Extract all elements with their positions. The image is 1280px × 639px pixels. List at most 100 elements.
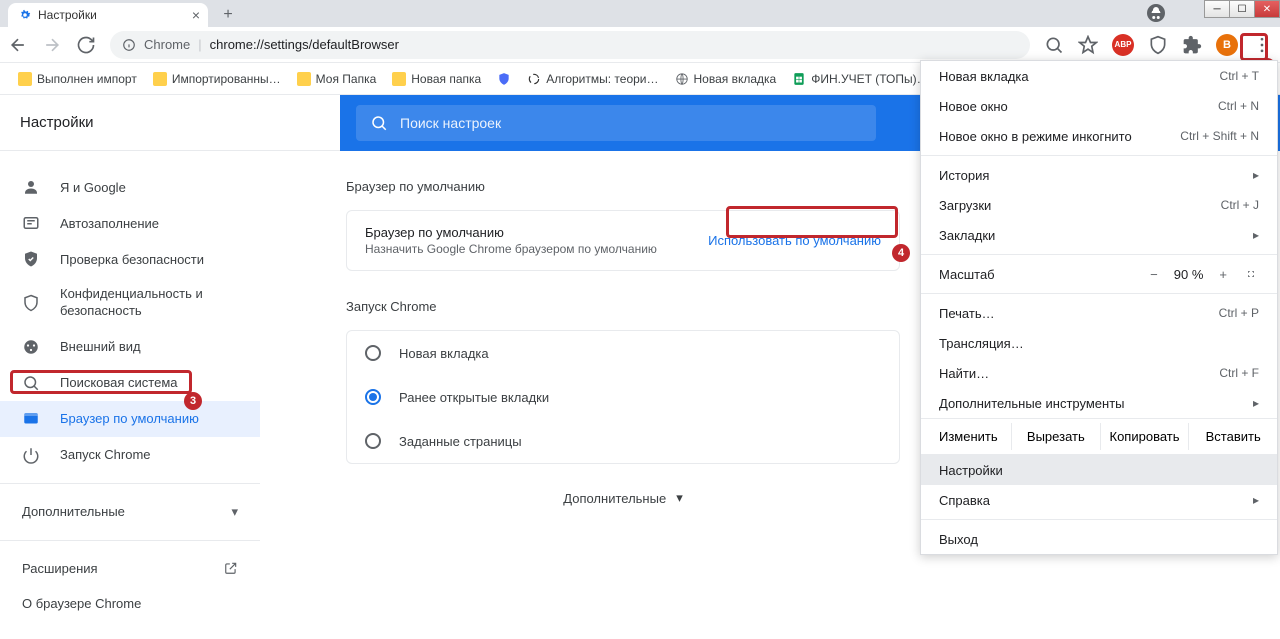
- settings-search-input[interactable]: Поиск настроек: [356, 105, 876, 141]
- close-window-button[interactable]: ✕: [1254, 0, 1280, 18]
- menu-cast[interactable]: Трансляция…: [921, 328, 1277, 358]
- radio-icon: [365, 433, 381, 449]
- new-tab-button[interactable]: +: [216, 3, 240, 27]
- external-link-icon: [224, 561, 238, 575]
- bookmark-item[interactable]: Новая вкладка: [669, 68, 783, 90]
- tab-title: Настройки: [38, 8, 97, 22]
- bookmark-item[interactable]: Выполнен импорт: [12, 68, 143, 90]
- globe-icon: [675, 72, 689, 86]
- tab-settings[interactable]: Настройки ×: [8, 3, 208, 27]
- section-startup: Запуск Chrome: [346, 299, 900, 314]
- window-controls: ─ ☐ ✕: [1205, 0, 1280, 18]
- chevron-right-icon: ▸: [1253, 168, 1259, 182]
- radio-specific-pages[interactable]: Заданные страницы: [347, 419, 899, 463]
- appearance-icon: [22, 338, 40, 356]
- annotation-badge-3: 3: [184, 392, 202, 410]
- reload-icon[interactable]: [76, 35, 96, 55]
- back-icon[interactable]: [8, 35, 28, 55]
- annotation-3-box: [10, 370, 192, 394]
- menu-edit-row: Изменить Вырезать Копировать Вставить: [921, 418, 1277, 455]
- fullscreen-icon[interactable]: [1243, 266, 1259, 282]
- gear-icon: [18, 8, 32, 22]
- zoom-value: 90 %: [1174, 267, 1204, 282]
- bookmark-item[interactable]: Импортированны…: [147, 68, 287, 90]
- search-icon: [370, 114, 388, 132]
- menu-new-window[interactable]: Новое окноCtrl + N: [921, 91, 1277, 121]
- menu-settings[interactable]: Настройки: [921, 455, 1277, 485]
- incognito-indicator-icon: [1147, 4, 1165, 22]
- sidebar-item-privacy[interactable]: Конфиденциальность и безопасность: [0, 277, 260, 329]
- annotation-1-box: [1240, 33, 1268, 61]
- address-bar[interactable]: Chrome | chrome://settings/defaultBrowse…: [110, 31, 1030, 59]
- info-icon: [122, 38, 136, 52]
- bookmark-item[interactable]: [491, 68, 517, 90]
- folder-icon: [297, 72, 311, 86]
- more-settings-link[interactable]: Дополнительные▾: [346, 490, 900, 506]
- address-url: chrome://settings/defaultBrowser: [210, 37, 399, 52]
- radio-continue[interactable]: Ранее открытые вкладки: [347, 375, 899, 419]
- menu-help[interactable]: Справка▸: [921, 485, 1277, 515]
- extensions-puzzle-icon[interactable]: [1182, 35, 1202, 55]
- sidebar-about[interactable]: О браузере Chrome: [0, 586, 260, 621]
- menu-zoom: Масштаб − 90 % +: [921, 259, 1277, 289]
- menu-exit[interactable]: Выход: [921, 524, 1277, 554]
- sidebar-item-default-browser[interactable]: Браузер по умолчанию: [0, 401, 260, 437]
- sheets-icon: [792, 72, 806, 86]
- sidebar-item-autofill[interactable]: Автозаполнение: [0, 205, 260, 241]
- sidebar: Я и Google Автозаполнение Проверка безоп…: [0, 151, 260, 639]
- chevron-down-icon: ▾: [676, 490, 683, 506]
- address-prefix: Chrome: [144, 37, 190, 52]
- zoom-out-button[interactable]: −: [1146, 267, 1162, 282]
- menu-paste[interactable]: Вставить: [1188, 423, 1277, 450]
- sidebar-item-startup[interactable]: Запуск Chrome: [0, 437, 260, 473]
- card-title: Браузер по умолчанию: [365, 225, 657, 240]
- menu-new-tab[interactable]: Новая вкладкаCtrl + T: [921, 61, 1277, 91]
- bookmark-item[interactable]: Моя Папка: [291, 68, 383, 90]
- shield-icon: [497, 72, 511, 86]
- zoom-in-button[interactable]: +: [1215, 267, 1231, 282]
- annotation-4-box: [726, 206, 898, 238]
- menu-more-tools[interactable]: Дополнительные инструменты▸: [921, 388, 1277, 418]
- forward-icon[interactable]: [42, 35, 62, 55]
- menu-print[interactable]: Печать…Ctrl + P: [921, 298, 1277, 328]
- sidebar-extensions[interactable]: Расширения: [0, 551, 260, 586]
- menu-copy[interactable]: Копировать: [1100, 423, 1189, 450]
- bookmark-item[interactable]: ФИН.УЧЕТ (ТОПы)…: [786, 68, 934, 90]
- sidebar-item-appearance[interactable]: Внешний вид: [0, 329, 260, 365]
- folder-icon: [18, 72, 32, 86]
- autofill-icon: [22, 214, 40, 232]
- menu-cut[interactable]: Вырезать: [1011, 423, 1100, 450]
- titlebar: Настройки × + ─ ☐ ✕: [0, 0, 1280, 27]
- maximize-button[interactable]: ☐: [1229, 0, 1255, 18]
- chevron-right-icon: ▸: [1253, 396, 1259, 410]
- menu-new-incognito[interactable]: Новое окно в режиме инкогнитоCtrl + Shif…: [921, 121, 1277, 151]
- bookmark-item[interactable]: Алгоритмы: теори…: [521, 68, 664, 90]
- power-icon: [22, 446, 40, 464]
- minimize-button[interactable]: ─: [1204, 0, 1230, 18]
- profile-avatar[interactable]: В: [1216, 34, 1238, 56]
- abp-extension-icon[interactable]: ABP: [1112, 34, 1134, 56]
- sidebar-item-security[interactable]: Проверка безопасности: [0, 241, 260, 277]
- folder-icon: [153, 72, 167, 86]
- menu-history[interactable]: История▸: [921, 160, 1277, 190]
- menu-find[interactable]: Найти…Ctrl + F: [921, 358, 1277, 388]
- privacy-shield-icon: [22, 294, 40, 312]
- default-browser-icon: [22, 410, 40, 428]
- chevron-right-icon: ▸: [1253, 228, 1259, 242]
- navbar: Chrome | chrome://settings/defaultBrowse…: [0, 27, 1280, 63]
- tab-close-icon[interactable]: ×: [192, 7, 200, 23]
- sidebar-item-google[interactable]: Я и Google: [0, 169, 260, 205]
- bookmark-star-icon[interactable]: [1078, 35, 1098, 55]
- chrome-menu: Новая вкладкаCtrl + T Новое окноCtrl + N…: [920, 60, 1278, 555]
- page-title: Настройки: [0, 114, 260, 131]
- menu-bookmarks[interactable]: Закладки▸: [921, 220, 1277, 250]
- radio-new-tab[interactable]: Новая вкладка: [347, 331, 899, 375]
- folder-icon: [392, 72, 406, 86]
- annotation-badge-4: 4: [892, 244, 910, 262]
- menu-downloads[interactable]: ЗагрузкиCtrl + J: [921, 190, 1277, 220]
- section-default-browser: Браузер по умолчанию: [346, 179, 900, 194]
- bookmark-item[interactable]: Новая папка: [386, 68, 487, 90]
- shield-extension-icon[interactable]: [1148, 35, 1168, 55]
- sidebar-more[interactable]: Дополнительные▾: [0, 494, 260, 530]
- toolbar-search-icon[interactable]: [1044, 35, 1064, 55]
